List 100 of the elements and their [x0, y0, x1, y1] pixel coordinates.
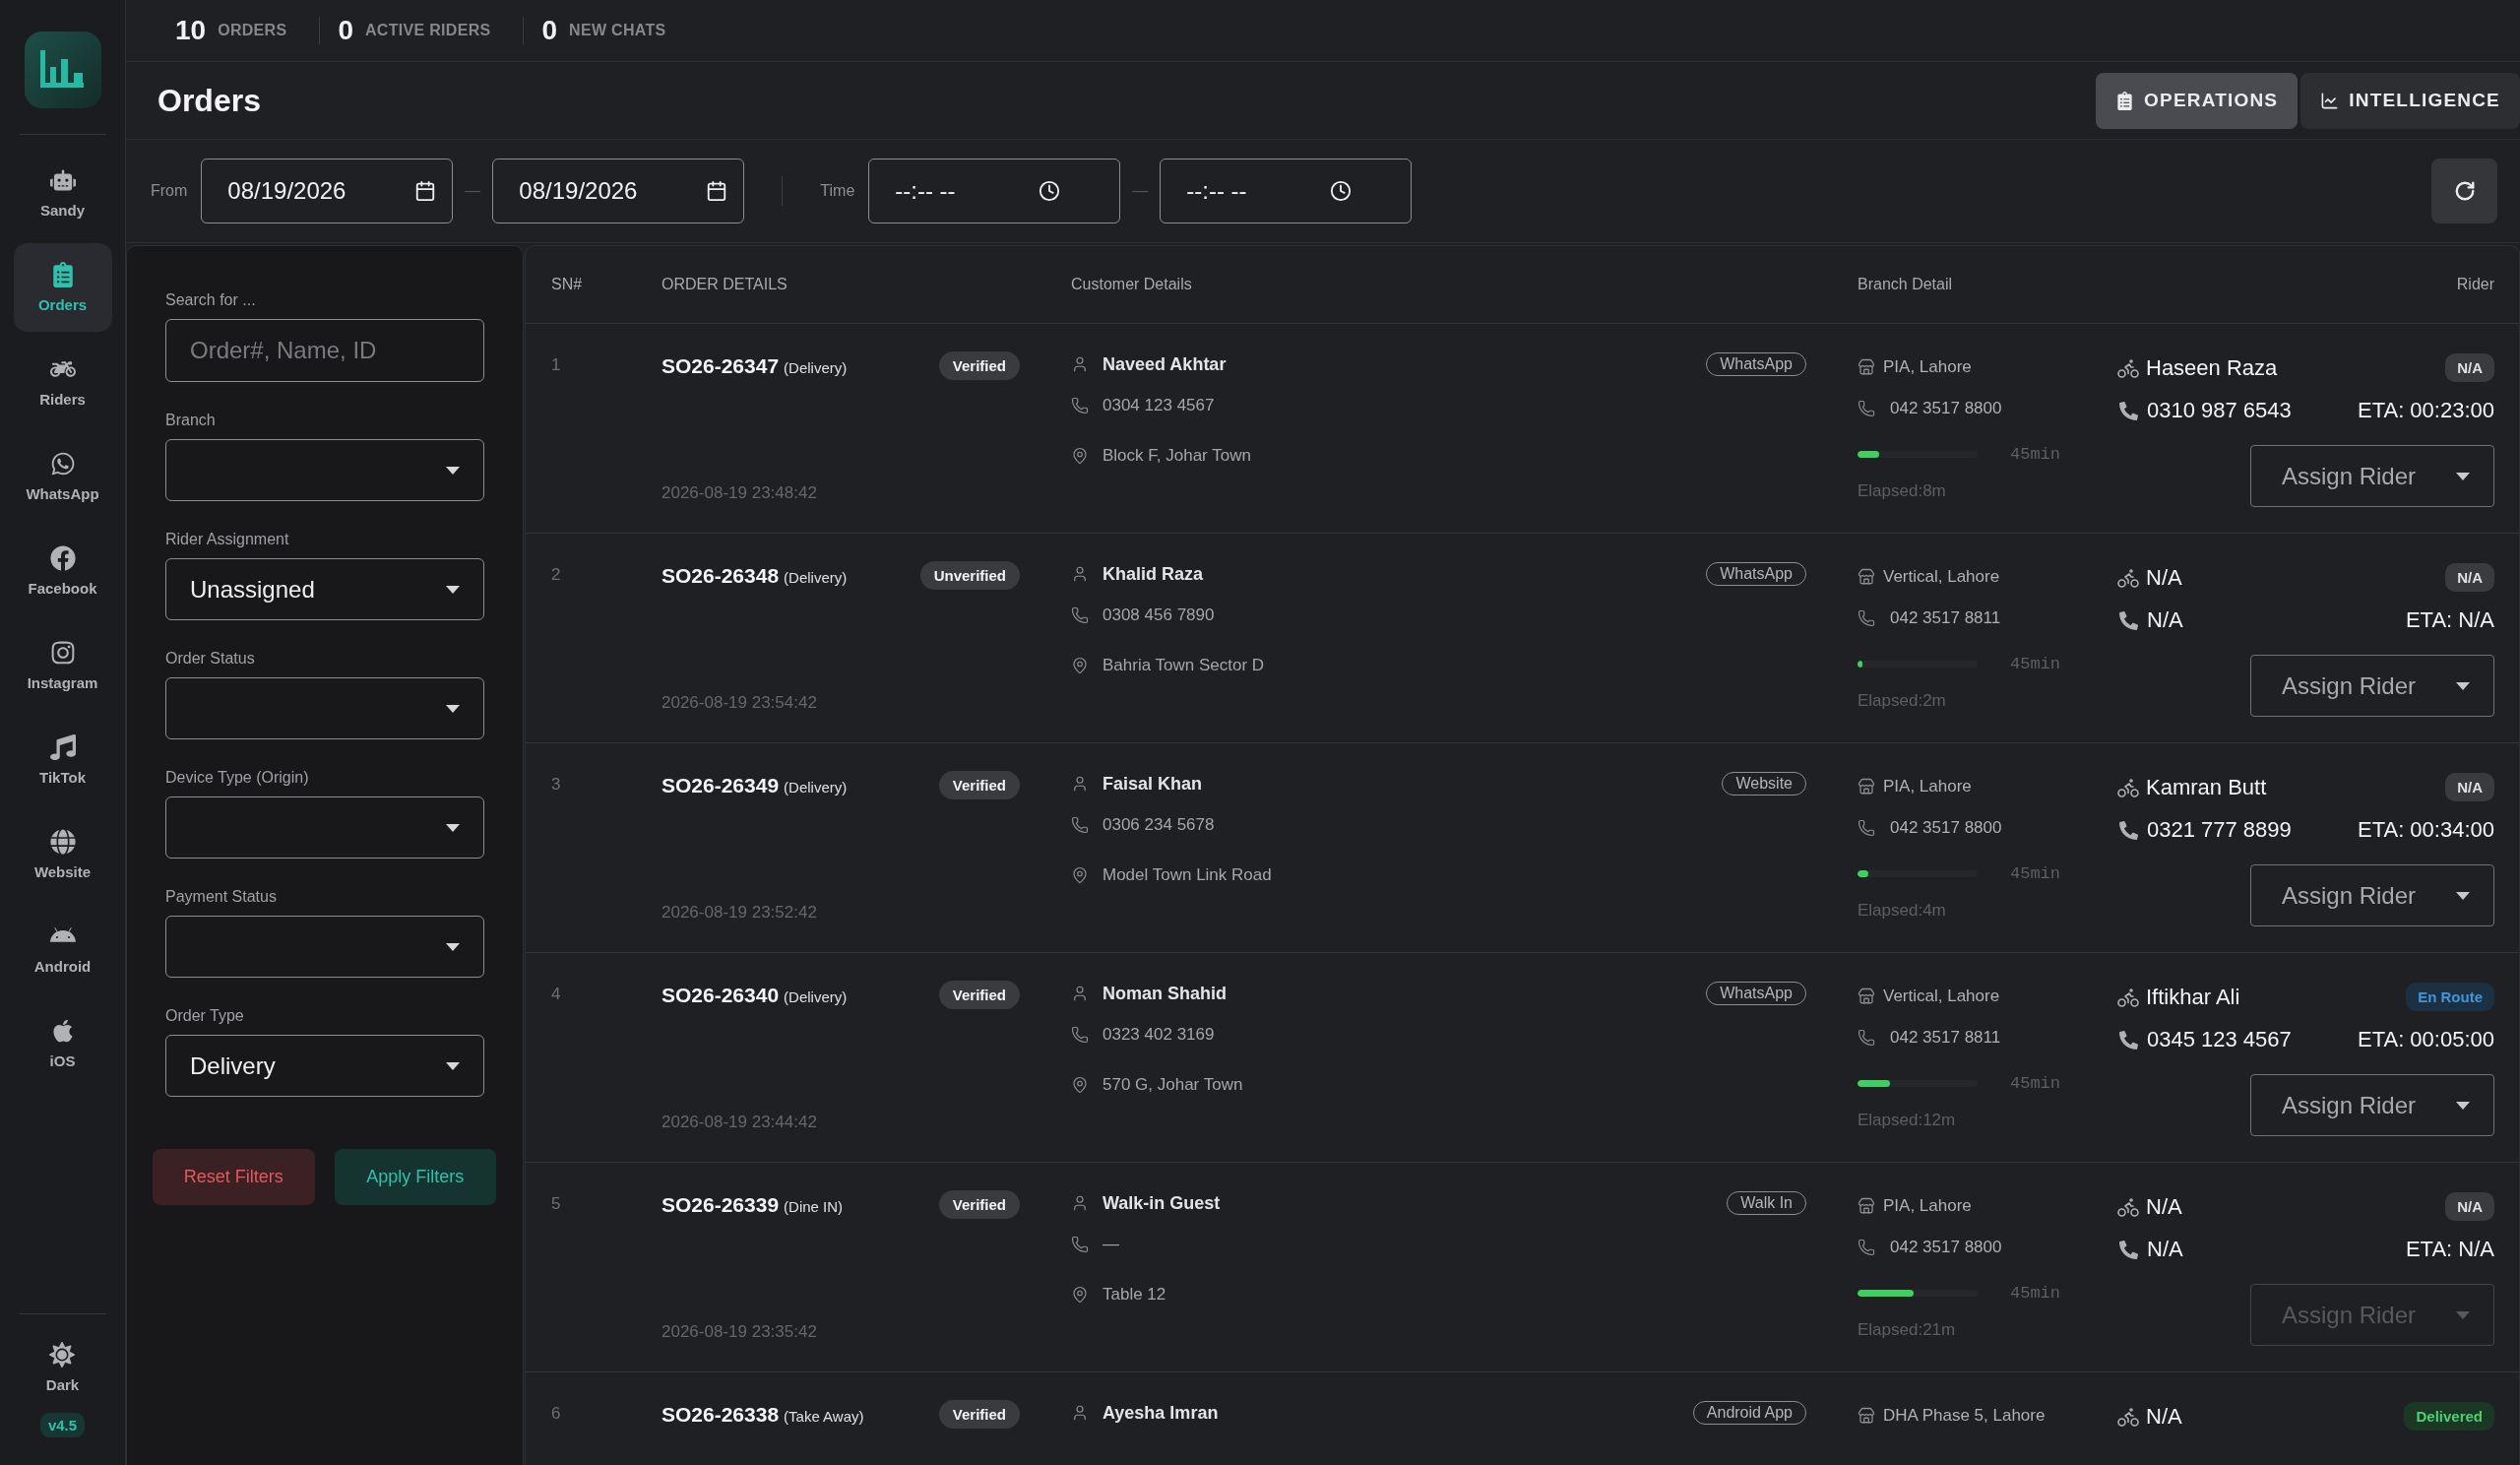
nav-item[interactable]: Orders	[13, 243, 112, 332]
eta-text: ETA: 00:23:00	[2358, 398, 2494, 423]
store-icon	[1858, 358, 1875, 376]
nav-item[interactable]: iOS	[13, 999, 112, 1088]
view-tab[interactable]: OPERATIONS	[2096, 72, 2299, 129]
customer-phone: —	[1102, 1235, 1119, 1254]
date-field[interactable]: 08/19/2026	[492, 159, 745, 223]
field-label: Branch	[165, 412, 216, 429]
row-number: 3	[551, 775, 561, 795]
refresh-icon	[2453, 180, 2476, 202]
nav-item[interactable]: Sandy	[13, 149, 112, 237]
view-tab[interactable]: INTELLIGENCE	[2300, 72, 2520, 129]
customer-phone: 0308 456 7890	[1102, 605, 1215, 625]
phone-icon	[1858, 819, 1875, 837]
apply-filters-button[interactable]: Apply Filters	[334, 1149, 496, 1205]
verification-badge: Unverified	[919, 561, 1020, 590]
select-field[interactable]	[165, 916, 484, 978]
row-number: 2	[551, 565, 561, 585]
map-pin-icon	[1071, 1286, 1089, 1304]
reset-filters-button[interactable]: Reset Filters	[153, 1149, 315, 1205]
target-time: 45min	[2010, 444, 2060, 464]
phone-icon	[2119, 1240, 2138, 1259]
search-field[interactable]: Order#, Name, ID	[165, 319, 484, 382]
row-number: 6	[551, 1404, 561, 1424]
rider-name: N/A	[2146, 1403, 2182, 1430]
phone-icon	[1071, 1236, 1089, 1253]
eta-text: ETA: 00:34:00	[2358, 817, 2494, 843]
map-pin-icon	[1071, 447, 1089, 465]
order-timestamp: 2026-08-19 23:52:42	[662, 903, 817, 923]
assign-rider-select[interactable]: Assign Rider	[2250, 655, 2494, 717]
customer-phone: 0323 402 3169	[1102, 1025, 1215, 1045]
select-field[interactable]	[165, 677, 484, 739]
phone-icon	[2119, 401, 2138, 420]
rider-phone: 0310 987 6543	[2147, 398, 2292, 423]
customer-name: Faisal Khan	[1102, 773, 1203, 795]
branch-name: Vertical, Lahore	[1883, 987, 2000, 1006]
elapsed-time: Elapsed:8m	[1858, 481, 1946, 501]
nav-item[interactable]: WhatsApp	[13, 432, 112, 521]
branch-name: DHA Phase 5, Lahore	[1883, 1406, 2046, 1426]
column-header: ORDER DETAILS	[662, 276, 788, 293]
nav-item[interactable]: Instagram	[13, 621, 112, 710]
store-icon	[1858, 1407, 1875, 1425]
nav-item[interactable]: Facebook	[13, 527, 112, 615]
field-label: Order Status	[165, 650, 255, 668]
calendar-icon	[414, 180, 437, 202]
branch-phone: 042 3517 8811	[1890, 1028, 2001, 1048]
rider-name: Kamran Butt	[2146, 774, 2267, 800]
bar-chart-logo-icon[interactable]	[24, 32, 101, 108]
nav-item[interactable]: Android	[13, 905, 112, 993]
nav-item[interactable]: TikTok	[13, 716, 112, 804]
caret-icon	[446, 823, 460, 832]
phone-icon	[1858, 1239, 1875, 1256]
person-icon	[1071, 985, 1089, 1002]
verification-badge: Verified	[938, 351, 1020, 380]
rider-phone: N/A	[2147, 1237, 2183, 1262]
status-badge: N/A	[2445, 563, 2494, 592]
customer-name: Noman Shahid	[1102, 983, 1227, 1004]
person-icon	[1071, 775, 1089, 793]
assign-rider-select[interactable]: Assign Rider	[2250, 1074, 2494, 1136]
caret-icon	[2456, 891, 2470, 900]
order-number: SO26-26339	[662, 1192, 780, 1217]
time-label: Time	[820, 182, 855, 200]
page-title: Orders	[158, 82, 261, 119]
stat-label: ACTIVE RIDERS	[365, 22, 491, 39]
caret-icon	[446, 466, 460, 475]
column-header: Customer Details	[1071, 276, 1192, 293]
refresh-button[interactable]	[2431, 159, 2497, 223]
globe-icon	[49, 829, 76, 855]
select-field[interactable]	[165, 439, 484, 501]
assign-rider-select[interactable]: Assign Rider	[2250, 864, 2494, 926]
select-field[interactable]	[165, 796, 484, 859]
branch-phone: 042 3517 8811	[1890, 608, 2001, 628]
whatsapp-icon	[49, 451, 76, 477]
person-icon	[1071, 355, 1089, 373]
nav-item[interactable]: Riders	[13, 338, 112, 426]
order-timestamp: 2026-08-19 23:35:42	[662, 1322, 817, 1342]
time-field[interactable]: --:-- --	[1160, 159, 1413, 223]
customer-name: Ayesha Imran	[1102, 1402, 1219, 1424]
target-time: 45min	[2010, 1283, 2060, 1303]
column-header: SN#	[551, 276, 583, 293]
rider-phone: 0345 123 4567	[2147, 1027, 2292, 1052]
order-number: SO26-26347	[662, 353, 780, 378]
person-icon	[1071, 1194, 1089, 1212]
select-field[interactable]: Delivery	[165, 1035, 484, 1097]
nav-item[interactable]: Website	[13, 810, 112, 899]
assign-rider-select[interactable]: Assign Rider	[2250, 445, 2494, 507]
phone-icon	[1858, 1029, 1875, 1047]
field-label: Device Type (Origin)	[165, 769, 309, 787]
time-field[interactable]: --:-- --	[868, 159, 1121, 223]
field-label: Search for ...	[165, 291, 256, 309]
theme-toggle[interactable]: Dark	[45, 1342, 80, 1393]
customer-address: Model Town Link Road	[1102, 865, 1272, 885]
row-number: 5	[551, 1194, 561, 1214]
customer-name: Naveed Akhtar	[1102, 353, 1227, 375]
customer-phone: 0304 123 4567	[1102, 396, 1215, 415]
customer-name: Walk-in Guest	[1102, 1192, 1221, 1214]
rider-phone: 0321 777 8899	[2147, 817, 2292, 843]
date-field[interactable]: 08/19/2026	[201, 159, 454, 223]
caret-icon	[446, 1061, 460, 1070]
select-field[interactable]: Unassigned	[165, 558, 484, 620]
